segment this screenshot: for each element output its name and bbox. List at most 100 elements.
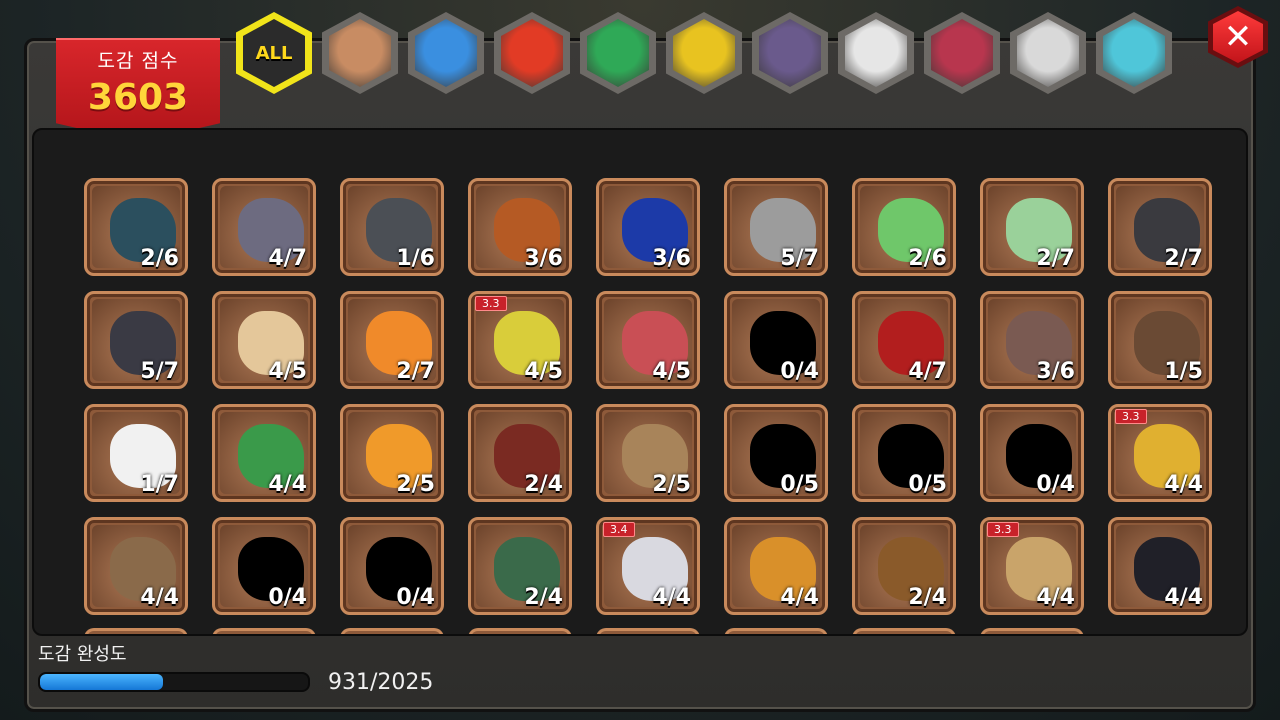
collection-count: 0/4 xyxy=(1036,472,1075,497)
collection-count: 4/4 xyxy=(780,585,819,610)
earth-element-icon xyxy=(329,19,391,87)
monster-card[interactable]: 0/5 xyxy=(724,404,828,502)
monster-card[interactable]: 5/7 xyxy=(84,291,188,389)
completion-progress-fill xyxy=(40,674,164,690)
score-value: 3603 xyxy=(87,77,189,118)
monster-grid-area[interactable]: 2/6 4/7 1/6 3/6 3/6 5/7 2/6 2/7 2/7 5/7 4/5 2/7 3.3 4… xyxy=(32,128,1248,636)
collection-count: 2/4 xyxy=(908,585,947,610)
collection-count: 1/7 xyxy=(140,472,179,497)
monster-card[interactable]: 2/7 xyxy=(1108,178,1212,276)
monster-card[interactable]: 4/5 xyxy=(596,291,700,389)
monster-card[interactable]: 2/5 xyxy=(596,404,700,502)
completion-progress-bar xyxy=(38,672,310,692)
version-badge: 3.3 xyxy=(987,522,1019,537)
fire-element-icon xyxy=(501,19,563,87)
monster-card-partial[interactable] xyxy=(340,628,444,634)
monster-card[interactable]: 4/5 xyxy=(212,291,316,389)
collection-count: 4/4 xyxy=(1164,585,1203,610)
version-badge: 3.3 xyxy=(1115,409,1147,424)
wind-element-icon xyxy=(587,19,649,87)
monster-card[interactable]: 4/7 xyxy=(212,178,316,276)
monster-card-partial[interactable] xyxy=(468,628,572,634)
collection-count: 4/4 xyxy=(652,585,691,610)
collection-count: 3/6 xyxy=(1036,359,1075,384)
monster-card-partial[interactable] xyxy=(724,628,828,634)
collection-count: 2/6 xyxy=(140,246,179,271)
collection-score-badge: 도감 점수 3603 xyxy=(56,38,220,142)
collection-count: 2/7 xyxy=(1036,246,1075,271)
collection-count: 1/6 xyxy=(396,246,435,271)
completion-value: 931/2025 xyxy=(328,670,434,695)
monster-card-partial[interactable] xyxy=(84,628,188,634)
collection-count: 4/4 xyxy=(268,472,307,497)
collection-count: 4/5 xyxy=(524,359,563,384)
monster-card[interactable]: 2/4 xyxy=(468,404,572,502)
collection-count: 0/4 xyxy=(396,585,435,610)
monster-card-partial[interactable] xyxy=(212,628,316,634)
monster-card[interactable]: 3/6 xyxy=(596,178,700,276)
monster-card[interactable]: 2/4 xyxy=(852,517,956,615)
collection-count: 3/6 xyxy=(524,246,563,271)
water-element-icon xyxy=(415,19,477,87)
collection-count: 3/6 xyxy=(652,246,691,271)
monster-card[interactable]: 0/4 xyxy=(212,517,316,615)
collection-count: 2/7 xyxy=(396,359,435,384)
collection-count: 4/5 xyxy=(268,359,307,384)
collection-count: 0/4 xyxy=(780,359,819,384)
monster-card[interactable]: 2/6 xyxy=(84,178,188,276)
monster-card[interactable]: 4/4 xyxy=(84,517,188,615)
collection-count: 5/7 xyxy=(140,359,179,384)
collection-count: 5/7 xyxy=(780,246,819,271)
monster-card[interactable]: 3.4 4/4 xyxy=(596,517,700,615)
monster-card[interactable]: 4/4 xyxy=(724,517,828,615)
collection-count: 2/7 xyxy=(1164,246,1203,271)
monster-card[interactable]: 5/7 xyxy=(724,178,828,276)
monster-card[interactable]: 1/6 xyxy=(340,178,444,276)
monster-card[interactable]: 2/7 xyxy=(980,178,1084,276)
monster-card[interactable]: 3.3 4/4 xyxy=(980,517,1084,615)
completion-label: 도감 완성도 xyxy=(38,644,127,665)
monster-card[interactable]: 2/4 xyxy=(468,517,572,615)
monster-card[interactable]: 2/7 xyxy=(340,291,444,389)
collection-count: 4/4 xyxy=(1164,472,1203,497)
collection-count: 4/7 xyxy=(268,246,307,271)
monster-card[interactable]: 2/5 xyxy=(340,404,444,502)
version-badge: 3.3 xyxy=(475,296,507,311)
monster-card[interactable]: 3.3 4/4 xyxy=(1108,404,1212,502)
tab-label: ALL xyxy=(255,42,293,64)
collection-count: 2/6 xyxy=(908,246,947,271)
collection-count: 4/4 xyxy=(140,585,179,610)
collection-count: 0/4 xyxy=(268,585,307,610)
collection-count: 0/5 xyxy=(780,472,819,497)
collection-count: 4/5 xyxy=(652,359,691,384)
collection-count: 1/5 xyxy=(1164,359,1203,384)
collection-count: 2/5 xyxy=(396,472,435,497)
monster-card[interactable]: 4/4 xyxy=(1108,517,1212,615)
chaos-element-icon xyxy=(931,19,993,87)
collection-count: 2/4 xyxy=(524,585,563,610)
monster-card[interactable]: 0/4 xyxy=(724,291,828,389)
monster-card[interactable]: 3.3 4/5 xyxy=(468,291,572,389)
monster-card-partial[interactable] xyxy=(596,628,700,634)
collection-count: 2/4 xyxy=(524,472,563,497)
collection-count: 0/5 xyxy=(908,472,947,497)
metal-element-icon xyxy=(845,19,907,87)
monster-card[interactable]: 0/4 xyxy=(980,404,1084,502)
all-icon: ALL xyxy=(243,19,305,87)
monster-card[interactable]: 4/4 xyxy=(212,404,316,502)
version-badge: 3.4 xyxy=(603,522,635,537)
monster-card[interactable]: 4/7 xyxy=(852,291,956,389)
monster-card-partial[interactable] xyxy=(852,628,956,634)
light-element-icon xyxy=(673,19,735,87)
void-element-icon xyxy=(1017,19,1079,87)
monster-card[interactable]: 1/5 xyxy=(1108,291,1212,389)
monster-card[interactable]: 1/7 xyxy=(84,404,188,502)
monster-card[interactable]: 3/6 xyxy=(980,291,1084,389)
monster-card[interactable]: 0/4 xyxy=(340,517,444,615)
monster-card[interactable]: 2/6 xyxy=(852,178,956,276)
monster-card[interactable]: 0/5 xyxy=(852,404,956,502)
monster-card-partial[interactable] xyxy=(980,628,1084,634)
monster-card[interactable]: 3/6 xyxy=(468,178,572,276)
score-label: 도감 점수 xyxy=(97,50,179,72)
collection-count: 4/7 xyxy=(908,359,947,384)
